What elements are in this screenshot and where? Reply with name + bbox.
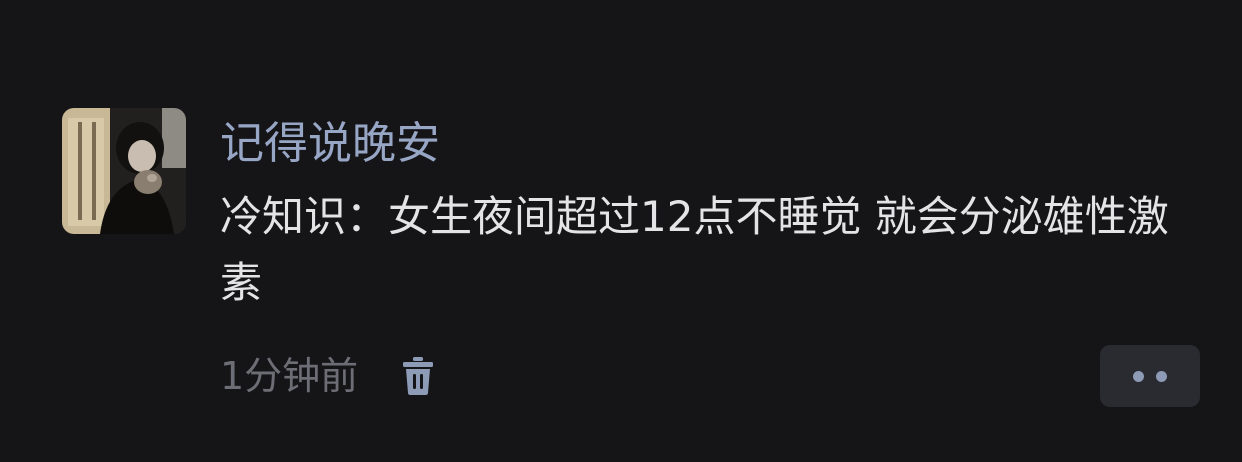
comment-text: 冷知识：女生夜间超过12点不睡觉 就会分泌雄性激素 <box>220 192 1169 307</box>
username[interactable]: 记得说晚安 <box>220 112 1210 176</box>
timestamp: 1分钟前 <box>220 354 359 398</box>
more-options-button[interactable] <box>1100 345 1200 407</box>
comment-body: 记得说晚安 冷知识：女生夜间超过12点不睡觉 就会分泌雄性激素 <box>220 112 1210 316</box>
avatar[interactable] <box>62 108 186 234</box>
comment-meta: 1分钟前 <box>220 346 434 406</box>
delete-button[interactable] <box>402 356 434 396</box>
trash-icon <box>403 357 434 395</box>
more-dots-icon <box>1133 370 1144 382</box>
comment-item: 记得说晚安 冷知识：女生夜间超过12点不睡觉 就会分泌雄性激素 1分钟前 <box>0 0 1242 462</box>
more-dots-icon-dot <box>1156 370 1167 382</box>
avatar-image <box>62 108 186 234</box>
